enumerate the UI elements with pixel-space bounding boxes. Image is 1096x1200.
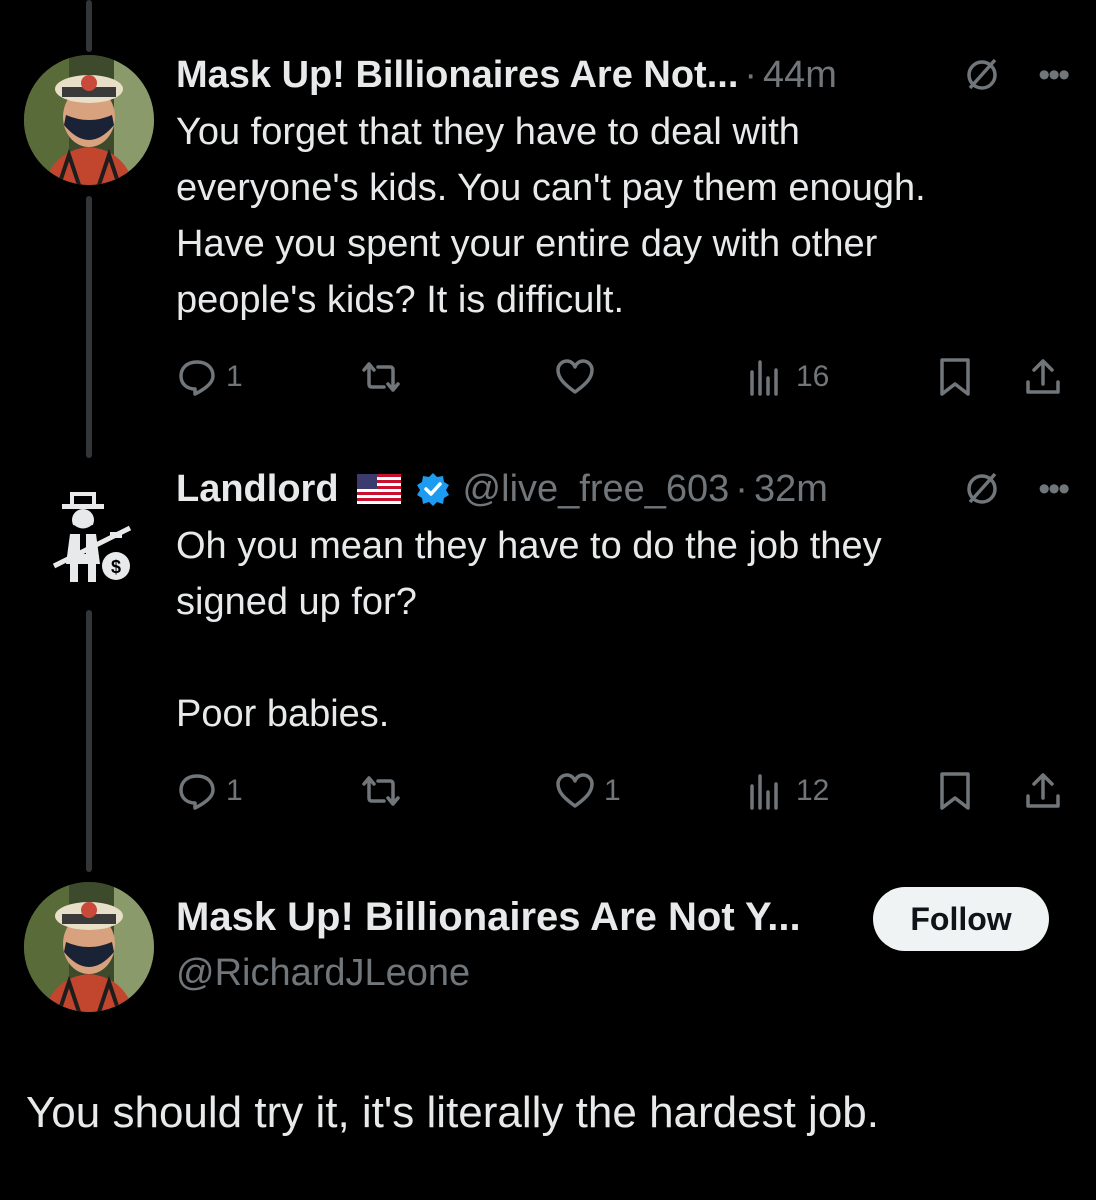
like-button[interactable] — [554, 354, 604, 400]
separator-dot: · — [744, 53, 758, 96]
bookmark-button[interactable] — [934, 354, 976, 400]
bookmark-icon — [940, 772, 970, 810]
text-line: Have you spent your entire day with othe… — [176, 223, 878, 265]
repost-icon — [362, 362, 400, 392]
header-icons: ••• — [962, 464, 1070, 514]
handle[interactable]: @live_free_603 — [463, 468, 730, 511]
mute-icon — [967, 58, 998, 90]
views-button[interactable]: 16 — [746, 354, 829, 400]
reply-tweet-2[interactable]: Landlord @live_free_603 · 32m ••• Oh you… — [176, 464, 1070, 742]
follow-button[interactable]: Follow — [873, 887, 1049, 951]
tweet-header: Landlord @live_free_603 · 32m — [176, 464, 1068, 514]
separator-dot: · — [735, 467, 748, 510]
reply-icon — [179, 774, 215, 810]
main-tweet-text: You should try it, it's literally the ha… — [26, 1088, 879, 1137]
tweet-header: Mask Up! Billionaires Are Not... · 44m — [176, 50, 1068, 100]
display-name[interactable]: Landlord — [176, 468, 339, 511]
text-line: signed up for? — [176, 581, 417, 623]
text-line: You forget that they have to deal with — [176, 111, 800, 153]
text-line: Oh you mean they have to do the job they — [176, 525, 882, 567]
mute-icon — [967, 472, 998, 504]
main-display-name[interactable]: Mask Up! Billionaires Are Not Y... — [176, 895, 801, 940]
views-count: 12 — [796, 774, 830, 807]
us-flag-icon — [356, 474, 401, 504]
text-line: Poor babies. — [176, 693, 390, 735]
action-bar: 1 1 12 — [176, 768, 1068, 814]
share-icon — [1026, 773, 1060, 808]
bookmark-icon — [940, 358, 970, 396]
like-button[interactable]: 1 — [554, 768, 621, 814]
masked-man-avatar-icon — [24, 882, 154, 1012]
share-button[interactable] — [1022, 768, 1064, 814]
bookmark-button[interactable] — [934, 768, 976, 814]
reply-button[interactable]: 1 — [176, 768, 243, 814]
reply-count: 1 — [226, 774, 243, 807]
repost-button[interactable] — [360, 354, 410, 400]
views-icon — [750, 774, 778, 810]
share-button[interactable] — [1022, 354, 1064, 400]
header-icons: ••• — [962, 50, 1070, 100]
svg-text:$: $ — [111, 557, 121, 577]
text-line: everyone's kids. You can't pay them enou… — [176, 167, 926, 209]
masked-man-avatar-icon — [24, 55, 154, 185]
tweet-text: You forget that they have to deal with e… — [176, 104, 1068, 328]
timestamp[interactable]: 32m — [754, 468, 828, 511]
thread-line-middle — [86, 196, 92, 458]
repost-icon — [362, 776, 400, 806]
main-handle[interactable]: @RichardJLeone — [176, 952, 470, 995]
heart-icon — [556, 359, 594, 394]
text-line: people's kids? It is difficult. — [176, 279, 625, 321]
like-count: 1 — [604, 774, 621, 807]
repost-button[interactable] — [360, 768, 410, 814]
thread-line-top — [86, 0, 92, 52]
views-count: 16 — [796, 360, 830, 393]
reply-count: 1 — [226, 360, 243, 393]
reply-button[interactable]: 1 — [176, 354, 243, 400]
reply-tweet-1[interactable]: Mask Up! Billionaires Are Not... · 44m •… — [176, 50, 1070, 328]
views-button[interactable]: 12 — [746, 768, 829, 814]
avatar-landlord[interactable]: $ — [40, 488, 136, 588]
tweet-text: Oh you mean they have to do the job they… — [176, 518, 1068, 742]
verified-badge-icon — [416, 473, 449, 506]
more-options-icon[interactable]: ••• — [1038, 58, 1070, 92]
more-options-icon[interactable]: ••• — [1038, 472, 1070, 506]
views-icon — [750, 360, 778, 396]
avatar-mask-up[interactable] — [24, 55, 154, 185]
thread-line-bottom — [86, 610, 92, 872]
avatar-richard[interactable] — [24, 882, 154, 1012]
share-icon — [1026, 359, 1060, 394]
action-bar: 1 16 — [176, 354, 1068, 400]
monopoly-man-avatar-icon: $ — [52, 492, 132, 582]
timestamp[interactable]: 44m — [763, 54, 837, 97]
reply-icon — [179, 360, 215, 396]
display-name[interactable]: Mask Up! Billionaires Are Not... — [176, 54, 738, 97]
heart-icon — [556, 773, 594, 808]
